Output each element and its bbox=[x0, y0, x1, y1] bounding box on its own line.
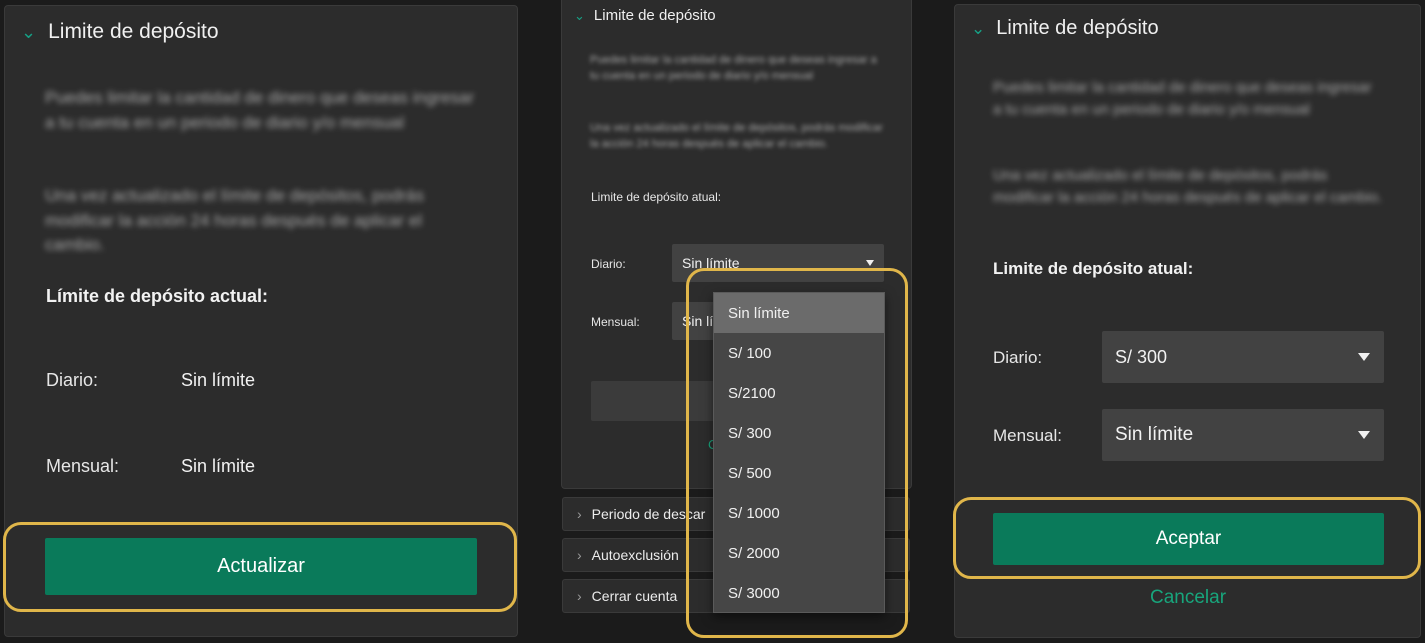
chevron-right-icon: › bbox=[577, 506, 582, 522]
accordion-self-exclusion-label: Autoexclusión bbox=[591, 547, 679, 563]
dropdown-option[interactable]: S/ 300 bbox=[714, 413, 884, 453]
left-monthly-value: Sin límite bbox=[181, 456, 256, 476]
chevron-right-icon: › bbox=[577, 547, 582, 563]
caret-down-icon bbox=[1358, 431, 1370, 439]
middle-panel-header[interactable]: ⌄ Limite de depósito bbox=[574, 7, 716, 24]
left-description-2: Una vez actualizado el límite de depósit… bbox=[45, 186, 424, 255]
dropdown-option[interactable]: S/ 500 bbox=[714, 453, 884, 493]
right-monthly-select[interactable]: Sin límite bbox=[1102, 409, 1384, 461]
dropdown-option[interactable]: S/ 3000 bbox=[714, 573, 884, 613]
chevron-down-icon: ⌄ bbox=[574, 7, 585, 23]
right-monthly-label: Mensual: bbox=[993, 426, 1062, 445]
accordion-rest-period-label: Periodo de descar bbox=[591, 506, 706, 522]
cancel-link[interactable]: Cancelar bbox=[1150, 587, 1226, 609]
dropdown-option[interactable]: S/2100 bbox=[714, 373, 884, 413]
right-panel-header[interactable]: ⌄ Limite de depósito bbox=[971, 17, 1159, 40]
dropdown-option[interactable]: S/ 2000 bbox=[714, 533, 884, 573]
daily-limit-dropdown: Sin límite S/ 100 S/2100 S/ 300 S/ 500 S… bbox=[713, 292, 885, 613]
left-monthly-label: Mensual: bbox=[46, 456, 120, 476]
middle-current-limit-label: Limite de depósito atual: bbox=[591, 190, 722, 204]
left-panel: ⌄ Limite de depósito Puedes limitar la c… bbox=[4, 5, 518, 637]
caret-down-icon bbox=[866, 260, 874, 266]
middle-panel-title: Limite de depósito bbox=[593, 7, 716, 24]
left-panel-title: Limite de depósito bbox=[48, 20, 219, 43]
accordion-close-account-label: Cerrar cuenta bbox=[591, 588, 678, 604]
right-monthly-select-value: Sin límite bbox=[1115, 424, 1194, 445]
middle-description-1: Puedes limitar la cantidad de dinero que… bbox=[590, 54, 877, 82]
right-description-1: Puedes limitar la cantidad de dinero que… bbox=[993, 79, 1372, 118]
left-panel-header[interactable]: ⌄ Limite de depósito bbox=[21, 20, 219, 44]
middle-daily-select[interactable]: Sin límite bbox=[672, 244, 884, 282]
middle-monthly-label: Mensual: bbox=[591, 315, 640, 329]
middle-monthly-select-value: Sin lí bbox=[682, 313, 714, 329]
dropdown-option[interactable]: Sin límite bbox=[714, 293, 884, 333]
left-current-limit-label: Límite de depósito actual: bbox=[46, 286, 269, 306]
right-panel-title: Limite de depósito bbox=[996, 17, 1159, 39]
right-daily-select-value: S/ 300 bbox=[1115, 346, 1168, 367]
middle-daily-label: Diario: bbox=[591, 257, 626, 271]
chevron-right-icon: › bbox=[577, 588, 582, 604]
right-description-2: Una vez actualizado el límite de depósit… bbox=[993, 167, 1383, 206]
right-daily-label: Diario: bbox=[993, 348, 1043, 367]
dropdown-option[interactable]: S/ 1000 bbox=[714, 493, 884, 533]
right-current-limit-label: Limite de depósito atual: bbox=[993, 259, 1194, 278]
left-daily-label: Diario: bbox=[46, 370, 99, 390]
caret-down-icon bbox=[1358, 353, 1370, 361]
right-panel: ⌄ Limite de depósito Puedes limitar la c… bbox=[954, 4, 1421, 638]
left-daily-value: Sin límite bbox=[181, 370, 256, 390]
right-daily-select[interactable]: S/ 300 bbox=[1102, 331, 1384, 383]
update-button[interactable]: Actualizar bbox=[45, 538, 477, 595]
chevron-down-icon: ⌄ bbox=[971, 18, 986, 38]
dropdown-option[interactable]: S/ 100 bbox=[714, 333, 884, 373]
middle-description-2: Una vez actualizado el límite de depósit… bbox=[590, 122, 883, 150]
left-description-1: Puedes limitar la cantidad de dinero que… bbox=[45, 88, 475, 132]
middle-daily-select-value: Sin límite bbox=[682, 255, 740, 271]
chevron-down-icon: ⌄ bbox=[21, 21, 37, 42]
accept-button[interactable]: Aceptar bbox=[993, 513, 1384, 565]
